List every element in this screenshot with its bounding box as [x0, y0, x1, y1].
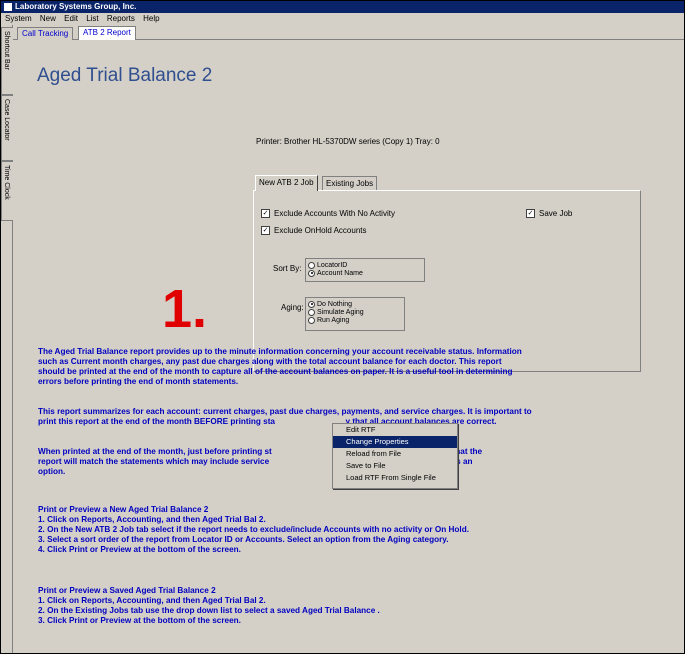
exclude-no-activity-checkbox[interactable]: ✓ Exclude Accounts With No Activity: [261, 209, 395, 218]
radio-empty-icon: [308, 261, 315, 269]
aging-run-label: Run Aging: [317, 316, 350, 324]
save-job-checkbox[interactable]: ✓ Save Job: [526, 209, 572, 218]
radio-selected-icon: [308, 300, 315, 308]
tab-time-clock-label: Time Clock: [3, 165, 10, 200]
menu-item-reload-from-file[interactable]: Reload from File: [333, 448, 457, 460]
instruction-step: 4. Click Print or Preview at the bottom …: [38, 545, 241, 554]
sort-by-label: Sort By:: [273, 264, 302, 273]
menu-help[interactable]: Help: [143, 14, 159, 23]
saved-job-instructions: Print or Preview a Saved Aged Trial Bala…: [38, 586, 380, 626]
menu-bar: System New Edit List Reports Help: [1, 13, 684, 25]
document-tabs: Call Tracking ATB 2 Report: [13, 25, 684, 41]
left-tab-strip: Shortcut Bar Case Locator Time Clock: [1, 25, 14, 653]
aging-simulate-radio[interactable]: Simulate Aging: [306, 308, 404, 316]
exclude-onhold-label: Exclude OnHold Accounts: [274, 226, 367, 235]
checkbox-check-icon: ✓: [526, 209, 535, 218]
exclude-onhold-checkbox[interactable]: ✓ Exclude OnHold Accounts: [261, 226, 367, 235]
tab-case-locator-label: Case Locator: [3, 99, 10, 141]
app-window: Laboratory Systems Group, Inc. System Ne…: [0, 0, 685, 654]
sort-by-group: LocatorID Account Name: [305, 258, 425, 282]
description-line: This report summarizes for each account:…: [38, 407, 532, 416]
checkbox-check-icon: ✓: [261, 209, 270, 218]
sort-account-name-radio[interactable]: Account Name: [306, 269, 424, 277]
printer-label: Printer: Brother HL-5370DW series (Copy …: [256, 137, 440, 146]
tab-call-tracking[interactable]: Call Tracking: [17, 27, 74, 40]
description-paragraph-1: The Aged Trial Balance report provides u…: [38, 347, 522, 387]
description-line: errors before printing the end of month …: [38, 377, 239, 386]
aging-simulate-label: Simulate Aging: [317, 308, 364, 316]
aging-group: Do Nothing Simulate Aging Run Aging: [305, 297, 405, 331]
title-bar: Laboratory Systems Group, Inc.: [1, 1, 684, 13]
description-line: should be printed at the end of the mont…: [38, 367, 513, 376]
new-job-instructions: Print or Preview a New Aged Trial Balanc…: [38, 505, 469, 555]
menu-system[interactable]: System: [5, 14, 32, 23]
instruction-step: 3. Click Print or Preview at the bottom …: [38, 616, 241, 625]
menu-item-load-rtf[interactable]: Load RTF From Single File: [333, 472, 457, 484]
instruction-step: 2. On the Existing Jobs tab use the drop…: [38, 606, 380, 615]
tab-shortcut-bar-label: Shortcut Bar: [3, 31, 10, 70]
page-title: Aged Trial Balance 2: [37, 65, 213, 86]
aging-label: Aging:: [281, 303, 304, 312]
tab-new-atb2-job[interactable]: New ATB 2 Job: [255, 175, 318, 191]
instructions-heading: Print or Preview a Saved Aged Trial Bala…: [38, 586, 216, 595]
sort-locatorid-label: LocatorID: [317, 261, 348, 269]
report-content: Aged Trial Balance 2 Printer: Brother HL…: [13, 40, 684, 653]
menu-new[interactable]: New: [40, 14, 56, 23]
menu-reports[interactable]: Reports: [107, 14, 135, 23]
sort-account-name-label: Account Name: [317, 269, 363, 277]
menu-item-save-to-file[interactable]: Save to File: [333, 460, 457, 472]
context-menu: Edit RTF Change Properties Reload from F…: [332, 423, 458, 489]
description-line: such as Current month charges, any past …: [38, 357, 502, 366]
exclude-no-activity-label: Exclude Accounts With No Activity: [274, 209, 395, 218]
aging-run-radio[interactable]: Run Aging: [306, 316, 404, 324]
new-job-panel: ✓ Exclude Accounts With No Activity ✓ Excl…: [253, 190, 641, 372]
sort-locatorid-radio[interactable]: LocatorID: [306, 261, 424, 269]
radio-empty-icon: [308, 308, 315, 316]
tab-existing-jobs[interactable]: Existing Jobs: [322, 176, 378, 190]
radio-empty-icon: [308, 316, 315, 324]
instruction-step: 1. Click on Reports, Accounting, and the…: [38, 596, 266, 605]
description-line: The Aged Trial Balance report provides u…: [38, 347, 522, 356]
menu-list[interactable]: List: [86, 14, 98, 23]
instruction-step: 1. Click on Reports, Accounting, and the…: [38, 515, 266, 524]
menu-item-edit-rtf[interactable]: Edit RTF: [333, 424, 457, 436]
aging-do-nothing-radio[interactable]: Do Nothing: [306, 300, 404, 308]
radio-selected-icon: [308, 269, 315, 277]
step-annotation: 1.: [162, 279, 208, 339]
aging-do-nothing-label: Do Nothing: [317, 300, 353, 308]
instruction-step: 2. On the New ATB 2 Job tab select if th…: [38, 525, 469, 534]
tab-atb2-report[interactable]: ATB 2 Report: [78, 26, 136, 41]
save-job-label: Save Job: [539, 209, 573, 218]
window-title: Laboratory Systems Group, Inc.: [15, 2, 137, 11]
instructions-heading: Print or Preview a New Aged Trial Balanc…: [38, 505, 209, 514]
menu-edit[interactable]: Edit: [64, 14, 78, 23]
instruction-step: 3. Select a sort order of the report fro…: [38, 535, 449, 544]
menu-item-change-properties[interactable]: Change Properties: [333, 436, 457, 448]
checkbox-check-icon: ✓: [261, 226, 270, 235]
app-icon: [4, 3, 12, 11]
